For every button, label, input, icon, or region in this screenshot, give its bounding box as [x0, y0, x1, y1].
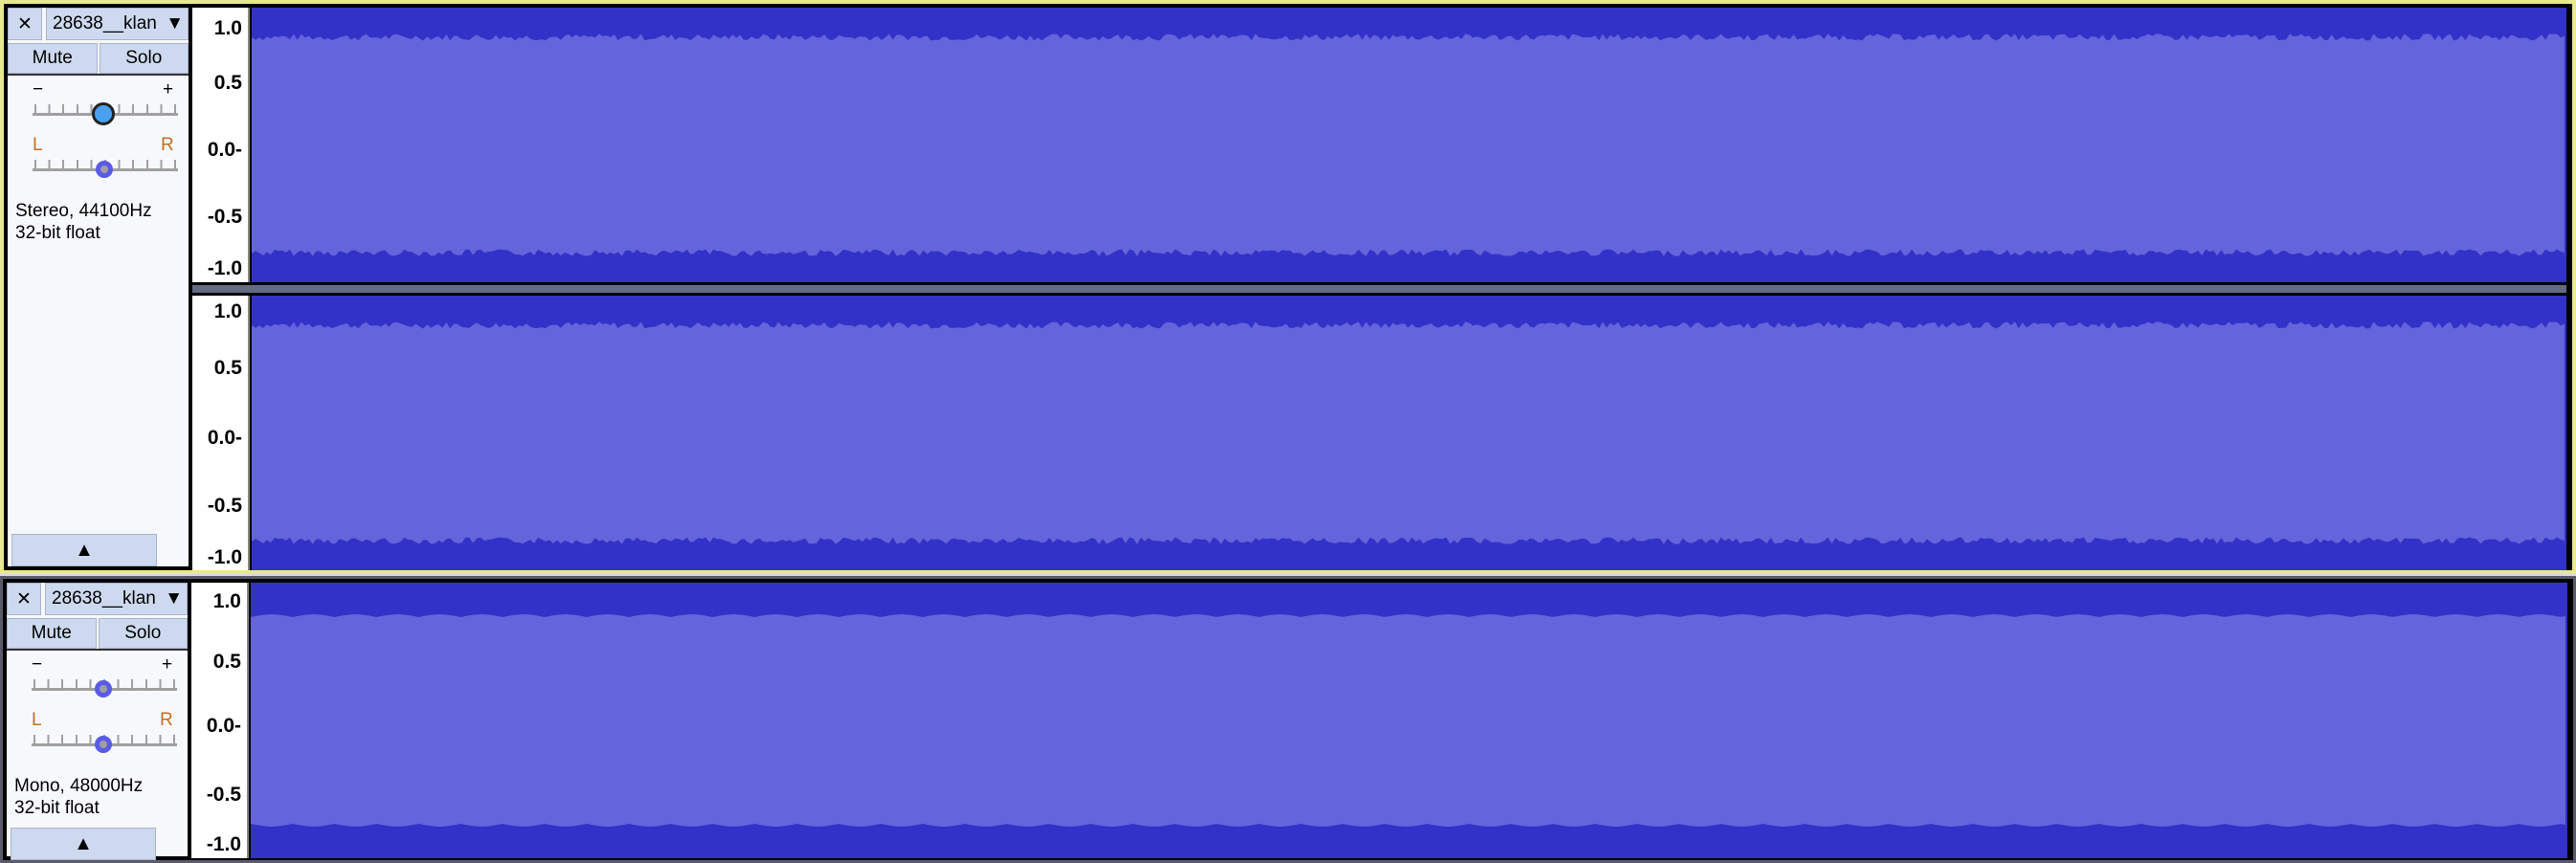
- track-name: 28638__klan: [53, 13, 157, 33]
- close-track-button[interactable]: ✕: [8, 8, 42, 40]
- close-track-button[interactable]: ✕: [7, 583, 41, 615]
- axis-label: 0.0-: [207, 427, 242, 449]
- track-format: Stereo, 44100Hz: [15, 201, 152, 221]
- track-control-panel: ✕ 28638__klan ▼ Mute Solo − + L R Stereo,…: [8, 8, 190, 566]
- pan-left-label: L: [32, 710, 42, 730]
- axis-label: -1.0: [207, 257, 242, 279]
- axis-label: 0.5: [213, 357, 242, 379]
- track-1[interactable]: ✕ 28638__klan ▼ Mute Solo − + L R Stereo,…: [0, 0, 2576, 574]
- waveform-right-channel[interactable]: [252, 296, 2566, 570]
- pan-slider[interactable]: L R: [8, 131, 189, 187]
- axis-label: -1.0: [206, 833, 241, 855]
- gain-knob[interactable]: [95, 680, 112, 697]
- solo-button[interactable]: Solo: [98, 618, 188, 649]
- channel-separator[interactable]: [192, 282, 2566, 296]
- gain-min-label: −: [32, 654, 43, 675]
- waveform-envelope: [252, 321, 2565, 544]
- axis-label: 0.5: [212, 651, 241, 673]
- track-format: Mono, 48000Hz: [14, 776, 144, 796]
- gain-slider[interactable]: − +: [8, 76, 189, 131]
- axis-label: 1.0: [213, 300, 242, 322]
- vertical-ruler-right-channel: 1.0 0.5 0.0- -0.5 -1.0: [192, 296, 250, 570]
- collapse-track-button[interactable]: ▲: [11, 828, 156, 860]
- mute-button[interactable]: Mute: [7, 618, 97, 649]
- axis-label: 0.0-: [206, 715, 241, 737]
- axis-label: -0.5: [207, 495, 242, 517]
- vertical-ruler: 1.0 0.5 0.0- -0.5 -1.0: [191, 583, 249, 858]
- pan-knob[interactable]: [96, 161, 113, 178]
- waveform[interactable]: [251, 583, 2567, 858]
- axis-label: 0.5: [213, 72, 242, 94]
- waveform-left-channel[interactable]: [252, 8, 2566, 282]
- gain-max-label: +: [163, 79, 174, 100]
- close-icon: ✕: [16, 588, 32, 609]
- pan-knob[interactable]: [95, 736, 112, 753]
- dropdown-triangle-icon: ▼: [165, 588, 183, 609]
- axis-label: -0.5: [207, 206, 242, 228]
- track-name: 28638__klan: [52, 588, 156, 609]
- collapse-arrow-icon: ▲: [75, 539, 94, 561]
- collapse-track-button[interactable]: ▲: [11, 534, 157, 566]
- axis-label: 1.0: [212, 590, 241, 612]
- axis-label: -1.0: [207, 546, 242, 568]
- gain-min-label: −: [33, 79, 44, 100]
- collapse-arrow-icon: ▲: [74, 832, 93, 854]
- track-name-menu[interactable]: 28638__klan ▼: [45, 583, 188, 615]
- axis-label: 1.0: [213, 17, 242, 39]
- waveform-envelope: [252, 33, 2565, 256]
- gain-max-label: +: [162, 654, 173, 675]
- dropdown-triangle-icon: ▼: [166, 13, 184, 33]
- pan-right-label: R: [160, 710, 173, 730]
- vertical-ruler-left-channel: 1.0 0.5 0.0- -0.5 -1.0: [192, 8, 250, 282]
- gain-slider[interactable]: − +: [7, 651, 188, 706]
- mute-button[interactable]: Mute: [8, 43, 98, 74]
- pan-right-label: R: [161, 135, 174, 155]
- track-control-panel: ✕ 28638__klan ▼ Mute Solo − + L R Mono, 4…: [7, 583, 189, 860]
- close-icon: ✕: [17, 13, 33, 34]
- track-bit-depth: 32-bit float: [15, 223, 100, 243]
- pan-slider[interactable]: L R: [7, 706, 188, 762]
- solo-button[interactable]: Solo: [99, 43, 189, 74]
- pan-left-label: L: [33, 135, 43, 155]
- gain-knob[interactable]: [92, 102, 115, 125]
- track-name-menu[interactable]: 28638__klan ▼: [46, 8, 189, 40]
- axis-label: 0.0-: [207, 139, 242, 161]
- track-2[interactable]: ✕ 28638__klan ▼ Mute Solo − + L R Mono, 4…: [0, 576, 2576, 863]
- axis-label: -0.5: [206, 784, 241, 806]
- waveform-envelope: [251, 614, 2566, 827]
- track-bit-depth: 32-bit float: [14, 798, 100, 818]
